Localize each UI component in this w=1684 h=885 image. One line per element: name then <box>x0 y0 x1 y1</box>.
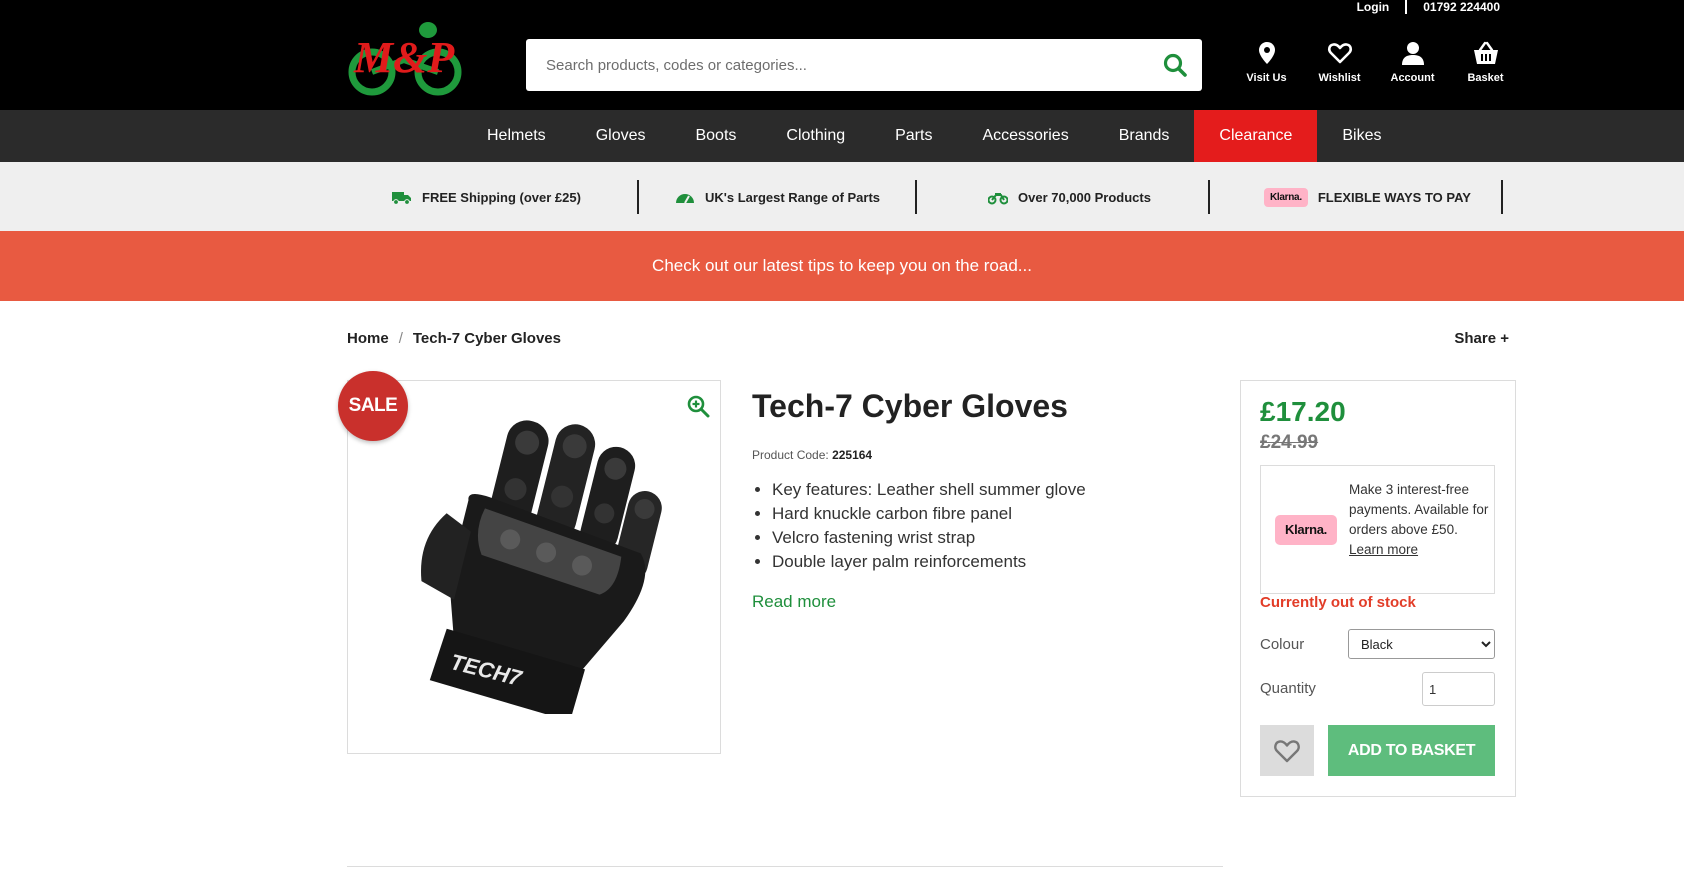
klarna-text: Make 3 interest-free payments. Available… <box>1349 482 1489 537</box>
nav-item-helmets[interactable]: Helmets <box>462 110 571 162</box>
product-code-label: Product Code: <box>752 448 829 462</box>
product-image-glove[interactable]: TECH7 <box>384 418 674 714</box>
nav-item-gloves[interactable]: Gloves <box>571 110 671 162</box>
zoom-icon[interactable] <box>686 394 710 418</box>
account-label: Account <box>1390 72 1435 84</box>
main-navigation: Helmets Gloves Boots Clothing Parts Acce… <box>0 110 1684 162</box>
klarna-message: Make 3 interest-free payments. Available… <box>1349 480 1489 560</box>
top-links: Login 01792 224400 <box>1357 0 1500 14</box>
product-features: Key features: Leather shell summer glove… <box>772 478 1086 574</box>
quantity-label: Quantity <box>1260 680 1316 697</box>
nav-item-accessories[interactable]: Accessories <box>957 110 1093 162</box>
nav-item-parts[interactable]: Parts <box>870 110 957 162</box>
nav-item-bikes[interactable]: Bikes <box>1317 110 1406 162</box>
motorbike-icon <box>988 193 1008 205</box>
colour-select[interactable]: Black <box>1348 629 1495 659</box>
usp-largest-range-text: UK's Largest Range of Parts <box>705 189 881 205</box>
usp-free-shipping-text: FREE Shipping (over £25) <box>422 189 581 205</box>
usp-products-count: Over 70,000 Products <box>988 180 1151 214</box>
visit-us-label: Visit Us <box>1246 72 1287 84</box>
nav-item-clothing[interactable]: Clothing <box>761 110 870 162</box>
visit-us-button[interactable]: Visit Us <box>1230 40 1303 84</box>
phone-number[interactable]: 01792 224400 <box>1423 0 1500 14</box>
nav-item-clearance[interactable]: Clearance <box>1194 110 1318 162</box>
read-more-link[interactable]: Read more <box>752 592 836 612</box>
quantity-stepper[interactable] <box>1422 672 1495 706</box>
feature-item: Velcro fastening wrist strap <box>772 526 1086 550</box>
breadcrumb-current: Tech-7 Cyber Gloves <box>412 330 561 347</box>
basket-button[interactable]: Basket <box>1449 40 1522 84</box>
site-header: Login 01792 224400 M&P Visit Us Wis <box>0 0 1684 110</box>
section-divider <box>347 866 1223 867</box>
usp-divider <box>1208 180 1210 214</box>
klarna-learn-more-link[interactable]: Learn more <box>1349 542 1418 557</box>
user-icon <box>1401 42 1424 65</box>
svg-text:M&P: M&P <box>353 33 455 82</box>
wishlist-label: Wishlist <box>1318 72 1361 84</box>
usp-flexible-pay-text: FLEXIBLE WAYS TO PAY <box>1317 189 1471 205</box>
heart-icon <box>1274 739 1300 762</box>
nav-list: Helmets Gloves Boots Clothing Parts Acce… <box>462 110 1406 162</box>
usp-divider <box>1501 180 1503 214</box>
stock-status: Currently out of stock <box>1260 594 1416 611</box>
promo-banner[interactable]: Check out our latest tips to keep you on… <box>0 231 1684 301</box>
old-price: £24.99 <box>1260 432 1319 453</box>
gauge-icon <box>676 194 694 204</box>
search-icon[interactable] <box>1162 52 1188 78</box>
breadcrumb-separator: / <box>398 330 403 347</box>
product-title: Tech-7 Cyber Gloves <box>752 388 1068 424</box>
usp-free-shipping: FREE Shipping (over £25) <box>392 180 581 214</box>
feature-item: Hard knuckle carbon fibre panel <box>772 502 1086 526</box>
header-icons: Visit Us Wishlist Account Basket <box>1230 40 1522 84</box>
usp-products-count-text: Over 70,000 Products <box>1018 189 1151 205</box>
klarna-badge: Klarna. <box>1275 515 1337 545</box>
feature-item: Key features: Leather shell summer glove <box>772 478 1086 502</box>
colour-label: Colour <box>1260 636 1305 653</box>
basket-label: Basket <box>1467 72 1504 84</box>
klarna-logo: Klarna. <box>1264 187 1308 207</box>
share-button[interactable]: Share + <box>1454 330 1509 347</box>
breadcrumb: Home / Tech-7 Cyber Gloves <box>347 330 561 347</box>
usp-flexible-pay: Klarna. FLEXIBLE WAYS TO PAY <box>1264 180 1471 214</box>
login-link[interactable]: Login <box>1357 0 1390 14</box>
breadcrumb-home[interactable]: Home <box>347 330 389 347</box>
usp-strip: FREE Shipping (over £25) UK's Largest Ra… <box>0 162 1684 231</box>
add-to-basket-button[interactable]: ADD TO BASKET <box>1328 725 1495 776</box>
site-logo[interactable]: M&P <box>344 20 468 96</box>
add-to-wishlist-button[interactable] <box>1260 725 1314 776</box>
sale-badge: SALE <box>338 371 408 441</box>
product-code: Product Code: 225164 <box>752 448 872 462</box>
usp-divider <box>915 180 917 214</box>
location-pin-icon <box>1258 42 1275 64</box>
feature-item: Double layer palm reinforcements <box>772 550 1086 574</box>
wishlist-button[interactable]: Wishlist <box>1303 40 1376 84</box>
current-price: £17.20 <box>1260 396 1346 427</box>
top-links-divider <box>1405 0 1408 14</box>
truck-icon <box>392 192 411 205</box>
account-button[interactable]: Account <box>1376 40 1449 84</box>
nav-item-brands[interactable]: Brands <box>1094 110 1195 162</box>
usp-largest-range: UK's Largest Range of Parts <box>675 180 880 214</box>
search-bar <box>526 39 1202 91</box>
nav-item-boots[interactable]: Boots <box>670 110 761 162</box>
product-code-value: 225164 <box>832 448 873 462</box>
klarna-panel: Klarna. Make 3 interest-free payments. A… <box>1260 465 1495 594</box>
usp-divider <box>637 180 639 214</box>
basket-icon <box>1473 41 1498 64</box>
search-input[interactable] <box>546 39 1146 91</box>
heart-icon <box>1327 43 1352 64</box>
